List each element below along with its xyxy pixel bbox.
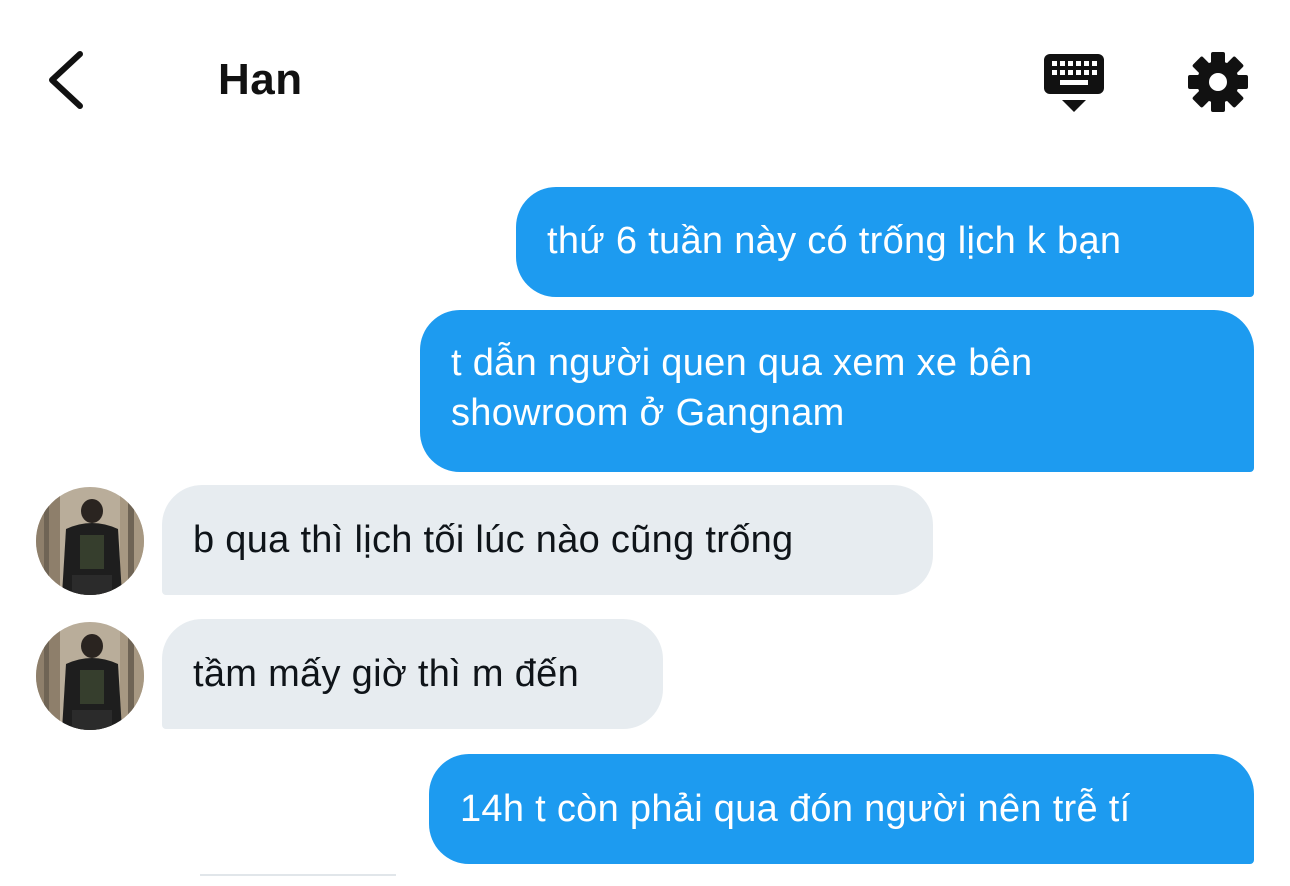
message-text: b qua thì lịch tối lúc nào cũng trống: [193, 519, 794, 561]
chevron-left-icon: [49, 51, 83, 109]
message-bubble-outgoing[interactable]: 14h t còn phải qua đón người nên trễ tí: [429, 754, 1254, 864]
avatar-photo: [36, 622, 144, 730]
gear-icon: [1188, 52, 1248, 112]
message-bubble-outgoing[interactable]: t dẫn người quen qua xem xe bên showroom…: [420, 310, 1254, 472]
avatar[interactable]: [36, 622, 144, 730]
avatar-photo: [36, 487, 144, 595]
conversation-title: Han: [218, 55, 303, 104]
message-text: thứ 6 tuần này có trống lịch k bạn: [547, 220, 1122, 262]
message-bubble-incoming[interactable]: tầm mấy giờ thì m đến: [162, 619, 663, 729]
message-bubble-outgoing[interactable]: thứ 6 tuần này có trống lịch k bạn: [516, 187, 1254, 297]
keyboard-icon: [1044, 54, 1104, 112]
settings-button[interactable]: [1186, 50, 1250, 114]
message-bubble-incoming[interactable]: b qua thì lịch tối lúc nào cũng trống: [162, 485, 933, 595]
message-text-line: t dẫn người quen qua xem xe bên: [451, 342, 1033, 384]
back-button[interactable]: [40, 44, 100, 116]
message-text-line: showroom ở Gangnam: [451, 392, 845, 434]
next-message-edge: [200, 874, 396, 886]
message-text: tầm mấy giờ thì m đến: [193, 653, 580, 695]
avatar[interactable]: [36, 487, 144, 595]
message-text: 14h t còn phải qua đón người nên trễ tí: [460, 788, 1131, 830]
keyboard-toggle-button[interactable]: [1040, 48, 1108, 116]
